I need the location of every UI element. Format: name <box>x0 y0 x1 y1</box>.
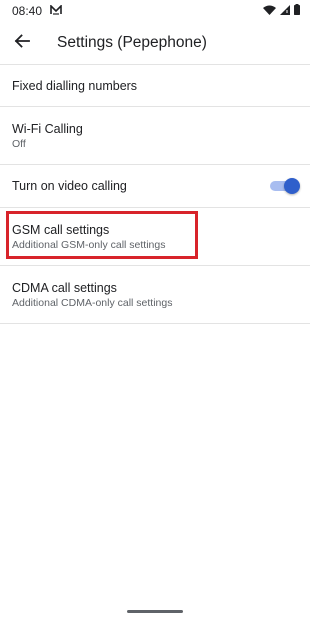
item-title: Wi-Fi Calling <box>12 121 83 136</box>
gsm-call-settings-item[interactable]: GSM call settings Additional GSM-only ca… <box>0 208 310 265</box>
item-title: Fixed dialling numbers <box>12 78 138 93</box>
cdma-call-settings-item[interactable]: CDMA call settings Additional CDMA-only … <box>0 266 310 323</box>
back-arrow-icon <box>14 33 30 54</box>
status-time: 08:40 <box>12 4 43 18</box>
page-title: Settings (Pepephone) <box>57 34 207 51</box>
item-summary: Additional CDMA-only call settings <box>12 296 173 309</box>
battery-icon <box>294 4 300 18</box>
video-calling-toggle[interactable] <box>270 178 300 194</box>
item-summary: Off <box>12 137 26 150</box>
video-calling-item[interactable]: Turn on video calling <box>0 165 310 207</box>
notification-m-icon <box>50 4 62 18</box>
status-bar: 08:40 <box>0 0 310 22</box>
item-summary: Additional GSM-only call settings <box>12 238 166 251</box>
cell-signal-icon <box>280 4 290 18</box>
item-title: Turn on video calling <box>12 179 127 193</box>
divider <box>0 323 310 324</box>
item-title: CDMA call settings <box>12 280 117 295</box>
fixed-dialling-numbers-item[interactable]: Fixed dialling numbers <box>0 65 310 106</box>
wifi-icon <box>263 4 276 18</box>
status-left: 08:40 <box>12 4 62 18</box>
app-bar: Settings (Pepephone) <box>0 22 310 64</box>
item-title: GSM call settings <box>12 222 110 237</box>
gesture-nav-handle[interactable] <box>127 610 183 613</box>
toggle-thumb <box>284 178 300 194</box>
settings-list: Fixed dialling numbers Wi-Fi Calling Off… <box>0 64 310 324</box>
back-button[interactable] <box>0 22 44 64</box>
wifi-calling-item[interactable]: Wi-Fi Calling Off <box>0 107 310 164</box>
status-right <box>263 4 300 18</box>
